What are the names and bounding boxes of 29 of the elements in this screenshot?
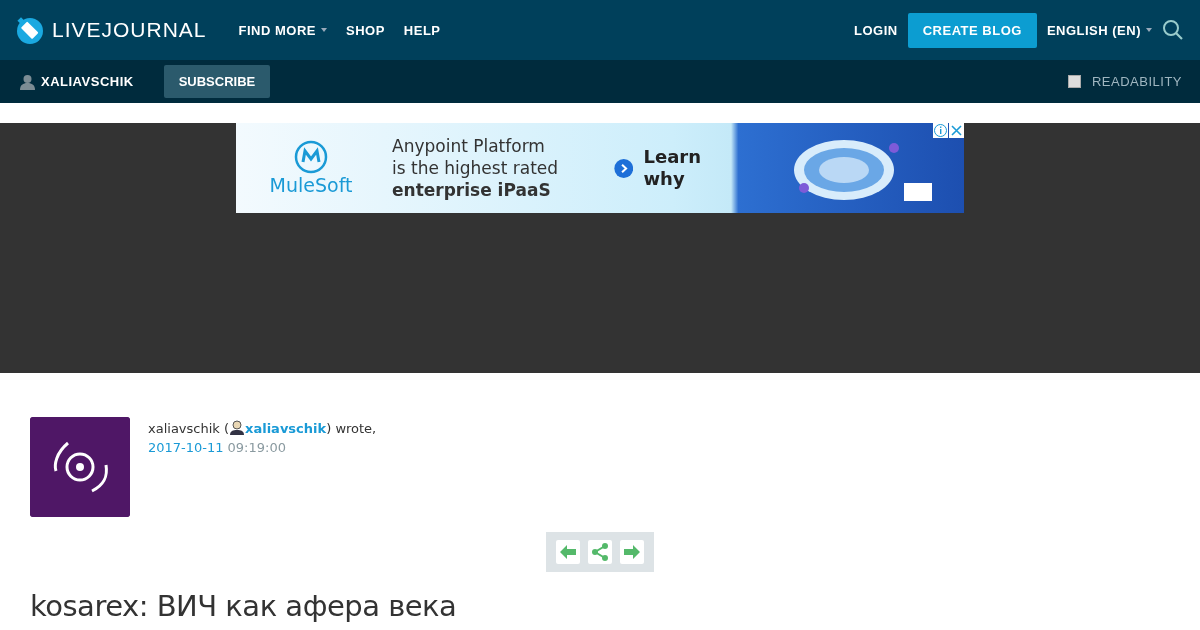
- user-icon: [20, 73, 35, 90]
- user-icon: [229, 420, 246, 435]
- ad-headline: Anypoint Platform: [392, 135, 546, 157]
- info-icon[interactable]: [933, 123, 948, 138]
- readability-checkbox[interactable]: [1067, 75, 1081, 88]
- nav-link[interactable]: HELP: [403, 22, 441, 38]
- username-link[interactable]: XALIAVSCHIK: [41, 74, 134, 89]
- post-time: 09:19:00: [227, 440, 286, 455]
- close-icon[interactable]: [949, 123, 964, 138]
- brand-name: MuleSoft: [269, 174, 353, 196]
- pencil-logo-icon[interactable]: [16, 16, 44, 44]
- ad-cta[interactable]: Learn why: [643, 146, 714, 190]
- nav-link[interactable]: FIND MORE: [238, 22, 327, 38]
- avatar-image[interactable]: [30, 417, 130, 517]
- caret-icon: [1146, 28, 1152, 32]
- mulesoft-logo-icon: [294, 140, 328, 174]
- ad-headline: is the highest rated: [392, 157, 560, 179]
- author-line: xaliavschik ( xaliavschik) wrote,: [148, 420, 377, 436]
- language-dropdown[interactable]: ENGLISH (EN): [1046, 22, 1152, 38]
- nav-link[interactable]: SHOP: [346, 22, 385, 38]
- search-icon[interactable]: [1162, 19, 1184, 41]
- entry-title: kosarex: ВИЧ как афера века: [30, 590, 458, 622]
- ad-headline: enterprise iPaaS: [392, 179, 552, 201]
- logo-text[interactable]: LIVEJOURNAL: [52, 18, 207, 42]
- share-icon[interactable]: [588, 540, 612, 564]
- login-link[interactable]: LOGIN: [854, 22, 898, 38]
- subscribe-button[interactable]: SUBSCRIBE: [163, 65, 271, 98]
- caret-icon: [321, 28, 327, 32]
- readability-label[interactable]: READABILITY: [1091, 74, 1182, 89]
